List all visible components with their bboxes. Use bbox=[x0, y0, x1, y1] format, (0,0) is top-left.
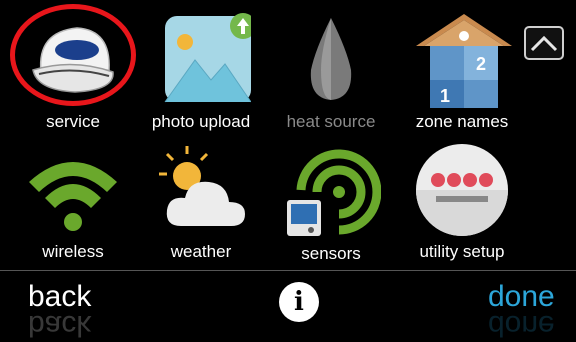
highlight-ring bbox=[10, 4, 136, 106]
tile-label: weather bbox=[170, 242, 232, 261]
utility-meter-icon bbox=[412, 140, 512, 240]
tile-weather[interactable]: weather bbox=[136, 140, 266, 262]
done-reflection: done bbox=[488, 309, 555, 342]
tile-label: heat source bbox=[286, 112, 376, 131]
wifi-icon bbox=[23, 140, 123, 240]
scroll-up-button[interactable] bbox=[524, 26, 564, 60]
photo-upload-icon bbox=[151, 10, 256, 110]
sensors-icon bbox=[281, 142, 382, 242]
chevron-up-icon bbox=[530, 35, 558, 52]
tile-heat-source: heat source bbox=[266, 10, 396, 132]
info-button[interactable]: i bbox=[279, 282, 319, 322]
tile-label: wireless bbox=[42, 242, 104, 261]
tile-label: service bbox=[46, 112, 100, 131]
tile-zone-names[interactable]: 2 1 zone names bbox=[397, 10, 527, 132]
tile-label: sensors bbox=[301, 244, 361, 263]
zone-1-label: 1 bbox=[440, 86, 450, 106]
tile-photo-upload[interactable]: photo upload bbox=[136, 10, 266, 132]
tile-label: utility setup bbox=[419, 242, 505, 261]
tile-label: zone names bbox=[415, 112, 509, 131]
footer-divider bbox=[0, 270, 576, 271]
flame-drop-icon bbox=[281, 10, 381, 110]
tile-label: photo upload bbox=[151, 112, 251, 131]
tile-utility-setup[interactable]: utility setup bbox=[397, 140, 527, 262]
tile-wireless[interactable]: wireless bbox=[8, 140, 138, 262]
back-reflection: back bbox=[28, 309, 92, 342]
zone-2-label: 2 bbox=[476, 54, 486, 74]
house-zones-icon: 2 1 bbox=[412, 10, 512, 110]
weather-icon bbox=[151, 140, 251, 240]
tile-sensors[interactable]: sensors bbox=[266, 142, 396, 264]
